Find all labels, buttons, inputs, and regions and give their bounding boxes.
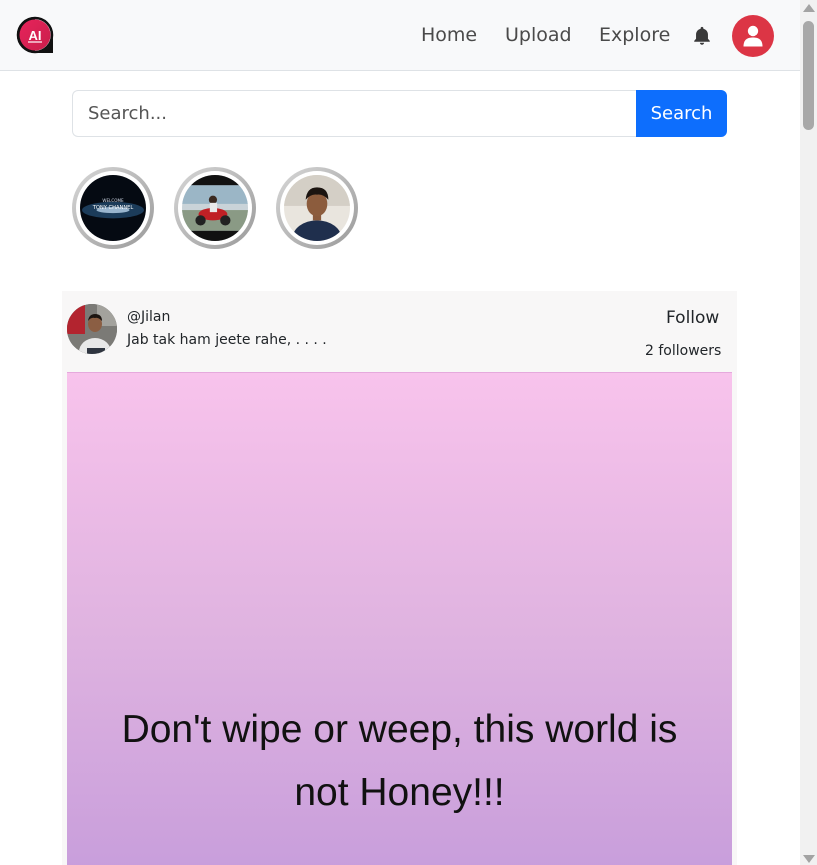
scrollbar[interactable] (800, 0, 817, 865)
post-card: @Jilan Jab tak ham jeete rahe, . . . . F… (62, 291, 737, 865)
page: AI Home Upload Explore Search... Search … (0, 0, 800, 865)
story-thumbnail: WELCOME TONY CHANNEL (80, 175, 146, 241)
story-caption-2: TONY CHANNEL (92, 205, 134, 211)
avatar[interactable] (67, 304, 117, 354)
story-thumbnail (284, 175, 350, 241)
story-item[interactable] (174, 167, 256, 249)
bell-icon[interactable] (691, 25, 713, 47)
scroll-thumb[interactable] (803, 21, 814, 130)
navbar: AI Home Upload Explore (0, 0, 800, 71)
story-item[interactable] (276, 167, 358, 249)
story-thumbnail (182, 175, 248, 241)
followers-count: 2 followers (645, 343, 722, 359)
post-image-text: Don't wipe or weep, this world is not Ho… (121, 708, 678, 814)
follow-button[interactable]: Follow (666, 308, 719, 328)
post-image[interactable]: Don't wipe or weep, this world is not Ho… (67, 372, 732, 865)
scroll-down-arrow-icon[interactable] (803, 855, 815, 863)
post-bio: Jab tak ham jeete rahe, . . . . (127, 332, 327, 348)
nav-upload[interactable]: Upload (505, 24, 572, 46)
user-icon (743, 25, 763, 47)
logo-text: AI (29, 28, 42, 43)
nav-explore[interactable]: Explore (599, 24, 670, 46)
story-item[interactable]: WELCOME TONY CHANNEL (72, 167, 154, 249)
search-button[interactable]: Search (636, 90, 727, 137)
story-caption: WELCOME (102, 198, 124, 203)
nav-home[interactable]: Home (421, 24, 477, 46)
search-input[interactable] (72, 90, 637, 137)
scroll-up-arrow-icon[interactable] (803, 4, 815, 12)
post-username[interactable]: @Jilan (127, 309, 170, 325)
profile-avatar-button[interactable] (732, 15, 774, 57)
logo-icon[interactable]: AI (15, 15, 55, 55)
